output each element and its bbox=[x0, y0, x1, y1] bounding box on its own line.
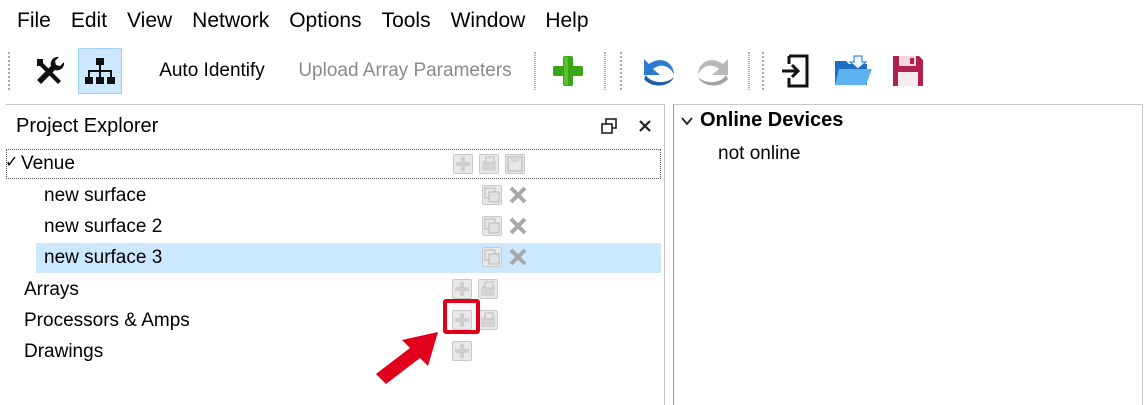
undo-button[interactable] bbox=[634, 48, 684, 94]
import-icon bbox=[782, 54, 809, 88]
tree-item-drawings[interactable]: Drawings bbox=[6, 337, 661, 367]
delete-surface-icon[interactable] bbox=[508, 185, 528, 205]
save-button[interactable] bbox=[886, 48, 930, 94]
import-surface-icon[interactable] bbox=[479, 154, 499, 174]
add-array-icon[interactable] bbox=[452, 279, 472, 299]
open-folder-icon bbox=[835, 55, 872, 85]
float-panel-button[interactable] bbox=[598, 115, 620, 137]
network-view-button[interactable] bbox=[78, 48, 122, 94]
project-explorer-title: Project Explorer bbox=[16, 114, 159, 137]
tree-item-arrays[interactable]: Arrays bbox=[6, 275, 661, 305]
wrench-screwdriver-icon bbox=[37, 56, 65, 84]
expand-chevron-icon[interactable]: ✓ bbox=[5, 152, 18, 172]
menu-window[interactable]: Window bbox=[444, 0, 539, 42]
menu-tools[interactable]: Tools bbox=[375, 0, 444, 42]
toolbar-grip[interactable] bbox=[620, 52, 624, 90]
menu-view[interactable]: View bbox=[120, 0, 185, 42]
delete-surface-icon[interactable] bbox=[508, 247, 528, 267]
network-tree-icon bbox=[85, 58, 115, 84]
project-explorer-panel: Project Explorer ✓ Venue new surface new… bbox=[5, 104, 665, 405]
add-button[interactable] bbox=[546, 48, 590, 94]
toolbar: Auto Identify Upload Array Parameters bbox=[0, 42, 1148, 100]
menu-edit[interactable]: Edit bbox=[64, 0, 120, 42]
menu-network[interactable]: Network bbox=[185, 0, 282, 42]
restore-window-icon bbox=[601, 118, 617, 134]
red-arrow-icon bbox=[376, 332, 438, 384]
online-status-text: not online bbox=[718, 143, 801, 164]
add-surface-icon[interactable] bbox=[453, 154, 473, 174]
close-icon bbox=[639, 120, 651, 132]
online-devices-title: Online Devices bbox=[700, 109, 844, 131]
duplicate-surface-icon[interactable] bbox=[482, 247, 502, 267]
toolbar-separator bbox=[604, 52, 606, 90]
settings-button[interactable] bbox=[26, 48, 72, 94]
save-venue-icon[interactable] bbox=[505, 154, 525, 174]
project-explorer-header: Project Explorer bbox=[6, 105, 664, 147]
tree-item-surface-selected[interactable]: new surface 3 bbox=[36, 243, 661, 273]
delete-surface-icon[interactable] bbox=[508, 216, 528, 236]
online-devices-panel: Online Devices not online bbox=[673, 104, 1143, 405]
save-icon bbox=[893, 56, 923, 86]
duplicate-surface-icon[interactable] bbox=[482, 185, 502, 205]
import-array-icon[interactable] bbox=[478, 279, 498, 299]
redo-icon bbox=[698, 59, 728, 86]
toolbar-grip[interactable] bbox=[8, 52, 12, 90]
menu-help[interactable]: Help bbox=[538, 0, 601, 42]
green-plus-icon bbox=[553, 56, 583, 86]
menu-file[interactable]: File bbox=[10, 0, 64, 42]
add-drawing-icon[interactable] bbox=[452, 341, 472, 361]
import-button[interactable] bbox=[774, 48, 818, 94]
redo-button[interactable] bbox=[688, 48, 738, 94]
auto-identify-button[interactable]: Auto Identify bbox=[150, 50, 274, 92]
menu-options[interactable]: Options bbox=[282, 0, 374, 42]
undo-icon bbox=[644, 59, 674, 86]
import-processor-icon[interactable] bbox=[478, 310, 498, 330]
duplicate-surface-icon[interactable] bbox=[482, 216, 502, 236]
tree-item-surface[interactable]: new surface bbox=[6, 181, 661, 211]
chevron-down-icon[interactable] bbox=[680, 114, 694, 128]
tree-item-venue[interactable]: ✓ Venue bbox=[5, 149, 661, 179]
toolbar-grip[interactable] bbox=[762, 52, 766, 90]
online-devices-header[interactable]: Online Devices bbox=[680, 109, 843, 132]
upload-array-parameters-button[interactable]: Upload Array Parameters bbox=[290, 50, 520, 92]
tree-item-surface[interactable]: new surface 2 bbox=[6, 212, 661, 242]
menu-bar: File Edit View Network Options Tools Win… bbox=[0, 0, 1148, 42]
toolbar-separator bbox=[534, 52, 536, 90]
tree-item-processors-amps[interactable]: Processors & Amps bbox=[6, 306, 661, 336]
toolbar-separator bbox=[748, 52, 750, 90]
close-panel-button[interactable] bbox=[634, 115, 656, 137]
open-button[interactable] bbox=[830, 48, 876, 94]
